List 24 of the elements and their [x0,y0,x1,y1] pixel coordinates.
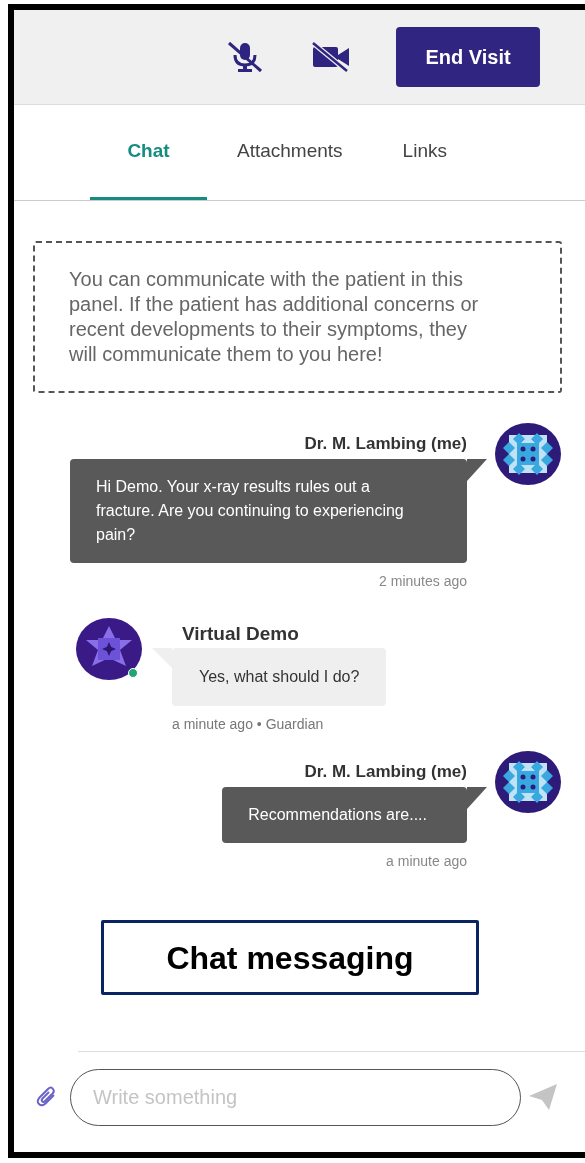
tab[interactable]: Links [372,105,477,200]
paperclip-icon[interactable] [36,1086,58,1108]
tab[interactable]: Chat [90,105,207,200]
bubble-tail-icon [467,787,487,809]
tab[interactable]: Attachments [207,105,373,200]
bubble-tail-icon [467,459,487,481]
message-time: a minute ago • Guardian [172,715,324,734]
avatar-icon [76,618,142,680]
end-visit-button[interactable]: End Visit [396,27,540,87]
sender-name: Virtual Demo [182,622,299,646]
message-bubble: Hi Demo. Your x-ray results rules out a fracture. Are you continuing to experiencing pain? [70,459,467,563]
sender-name: Dr. M. Lambing (me) [304,761,467,783]
message-bubble: Yes, what should I do? [172,648,387,706]
info-notice: You can communicate with the patient in this panel. If the patient has additional concerns or recent developments to their symptoms, they will communicate them to you here! [33,241,562,393]
avatar-icon [495,423,561,485]
caption-label: Chat messaging [101,920,479,995]
camera-off-icon[interactable] [311,42,351,72]
message-time: 2 minutes ago [379,572,467,591]
message-bubble: Recommendations are.... [222,787,467,843]
mic-muted-icon[interactable] [226,41,264,73]
message-time: a minute ago [386,852,467,871]
avatar-icon [495,751,561,813]
sender-name: Dr. M. Lambing (me) [304,433,467,455]
message-input[interactable]: Write something [70,1068,521,1126]
